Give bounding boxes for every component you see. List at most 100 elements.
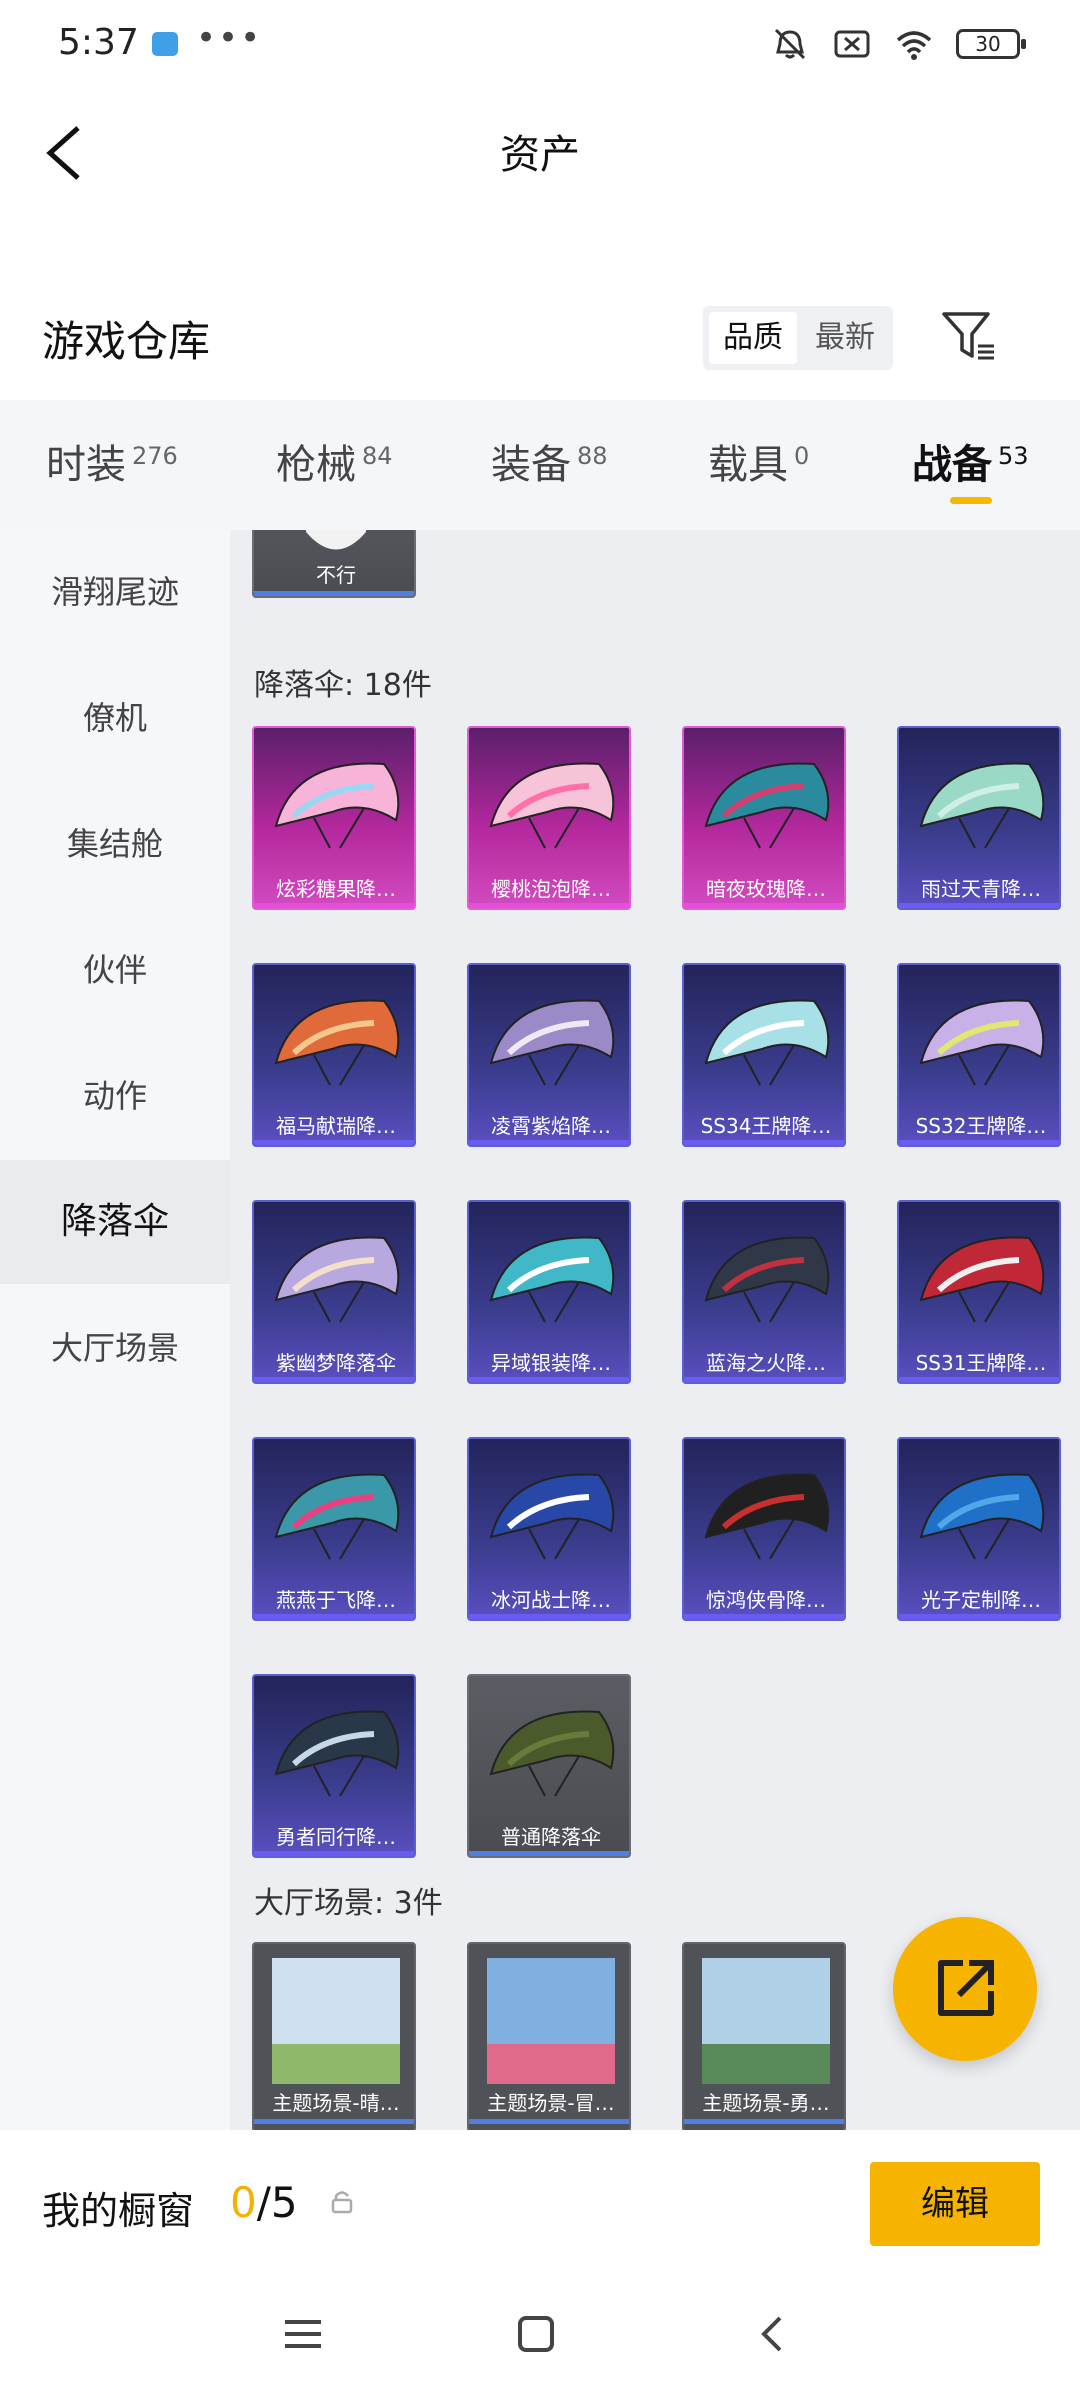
- showcase-bar: 我的橱窗 0/5 编辑: [0, 2130, 1080, 2280]
- item-label: SS32王牌降…: [915, 1114, 1047, 1138]
- quality-bar: [254, 1377, 414, 1382]
- quality-bar: [254, 1140, 414, 1145]
- parachute-item-card[interactable]: SS34王牌降…: [682, 963, 846, 1147]
- sidebar-item-parachute[interactable]: 降落伞: [0, 1160, 230, 1284]
- parachute-item-card[interactable]: 光子定制降…: [897, 1437, 1061, 1621]
- quality-bar: [899, 1377, 1059, 1382]
- parachute-item-card[interactable]: 暗夜玫瑰降…: [682, 726, 846, 910]
- item-label: 勇者同行降…: [276, 1825, 396, 1849]
- item-label: 雨过天青降…: [921, 877, 1041, 901]
- sidebar-item-rally-pod[interactable]: 集结舱: [0, 782, 230, 906]
- quality-bar: [684, 2119, 844, 2124]
- item-label: 主题场景-晴…: [272, 2091, 400, 2115]
- item-grid-panel: 不行 降落伞: 18件 炫彩糖果降… 樱桃泡泡降… 暗夜玫瑰降… 雨过天青降… 福马献瑞…: [230, 530, 1080, 2130]
- item-label: 冰河战士降…: [491, 1588, 611, 1612]
- parachute-item-card[interactable]: 雨过天青降…: [897, 726, 1061, 910]
- warehouse-title: 游戏仓库: [42, 317, 211, 366]
- item-label: 主题场景-冒…: [487, 2091, 615, 2115]
- parachute-item-card[interactable]: 惊鸿侠骨降…: [682, 1437, 846, 1621]
- quality-bar: [899, 1614, 1059, 1619]
- item-label: 樱桃泡泡降…: [491, 877, 611, 901]
- nav-back-icon[interactable]: [752, 2314, 792, 2354]
- parachute-item-card[interactable]: 炫彩糖果降…: [252, 726, 416, 910]
- parachute-item-card[interactable]: 普通降落伞: [467, 1674, 631, 1858]
- no-sim-icon: [834, 30, 870, 58]
- quality-bar: [254, 2119, 414, 2124]
- quality-bar: [469, 2119, 629, 2124]
- item-label: 蓝海之火降…: [706, 1351, 826, 1375]
- tab-count: 276: [132, 442, 178, 470]
- tab-label: 载具: [708, 442, 788, 488]
- tab-battle-prep[interactable]: 战备 53: [912, 432, 1029, 490]
- page-title: 资产: [500, 132, 580, 178]
- filter-icon[interactable]: [940, 308, 996, 364]
- item-label: 光子定制降…: [921, 1588, 1041, 1612]
- parachute-item-card[interactable]: 紫幽梦降落伞: [252, 1200, 416, 1384]
- scene-item-card[interactable]: 主题场景-晴…: [252, 1942, 416, 2130]
- system-nav-bar: [0, 2280, 1080, 2400]
- quality-bar: [899, 1140, 1059, 1145]
- sidebar-item-partner[interactable]: 伙伴: [0, 908, 230, 1032]
- item-label: 异域银装降…: [491, 1351, 611, 1375]
- parachute-item-card[interactable]: 凌霄紫焰降…: [467, 963, 631, 1147]
- parachute-item-card[interactable]: 樱桃泡泡降…: [467, 726, 631, 910]
- edit-button[interactable]: 编辑: [870, 2162, 1040, 2246]
- active-tab-indicator: [950, 497, 992, 504]
- parachute-item-card[interactable]: 燕燕于飞降…: [252, 1437, 416, 1621]
- parachute-item-card[interactable]: 异域银装降…: [467, 1200, 631, 1384]
- scene-item-card[interactable]: 主题场景-冒…: [467, 1942, 631, 2130]
- quality-bar: [684, 1614, 844, 1619]
- parachute-item-card[interactable]: 蓝海之火降…: [682, 1200, 846, 1384]
- sidebar-item-glide-trail[interactable]: 滑翔尾迹: [0, 530, 230, 654]
- item-label: 炫彩糖果降…: [276, 877, 396, 901]
- menu-icon[interactable]: [283, 2314, 323, 2354]
- quality-bar: [469, 1377, 629, 1382]
- quality-bar: [469, 1851, 629, 1856]
- tab-vehicles[interactable]: 载具 0: [708, 432, 809, 490]
- quality-bar: [469, 903, 629, 908]
- quality-bar: [469, 1614, 629, 1619]
- lock-icon: [331, 2191, 353, 2214]
- parachute-item-card[interactable]: 勇者同行降…: [252, 1674, 416, 1858]
- item-label: SS34王牌降…: [700, 1114, 832, 1138]
- tab-count: 88: [577, 442, 608, 470]
- sort-option-quality[interactable]: 品质: [709, 312, 797, 364]
- sidebar-item-wingman[interactable]: 僚机: [0, 656, 230, 780]
- battery-icon: 30: [956, 29, 1026, 59]
- sort-option-newest[interactable]: 最新: [803, 312, 887, 364]
- tab-count: 0: [794, 442, 810, 470]
- more-notifications-icon: •••: [196, 18, 263, 58]
- parachute-item-card[interactable]: SS32王牌降…: [897, 963, 1061, 1147]
- item-label: 不行: [316, 563, 356, 587]
- showcase-current: 0: [230, 2178, 257, 2227]
- quality-bar: [254, 903, 414, 908]
- quality-bar: [684, 1377, 844, 1382]
- sort-toggle: 品质 最新: [703, 306, 893, 370]
- section-title-parachute: 降落伞: 18件: [254, 668, 432, 703]
- tab-label: 战备: [912, 442, 992, 488]
- scene-item-card[interactable]: 主题场景-勇…: [682, 1942, 846, 2130]
- app-notification-icon: [152, 32, 178, 56]
- home-icon[interactable]: [516, 2314, 556, 2354]
- status-time: 5:37: [58, 22, 139, 63]
- item-label: 暗夜玫瑰降…: [706, 877, 826, 901]
- share-export-button[interactable]: [893, 1917, 1037, 2061]
- tab-equipment[interactable]: 装备 88: [491, 432, 608, 490]
- partial-item-card[interactable]: 不行: [252, 530, 416, 598]
- tab-fashion[interactable]: 时装 276: [46, 432, 178, 490]
- tab-weapons[interactable]: 枪械 84: [276, 432, 393, 490]
- tab-count: 84: [362, 442, 393, 470]
- sidebar: 滑翔尾迹 僚机 集结舱 伙伴 动作 降落伞 大厅场景: [0, 530, 230, 2130]
- parachute-item-card[interactable]: 冰河战士降…: [467, 1437, 631, 1621]
- quality-bar: [684, 1140, 844, 1145]
- sidebar-item-emote[interactable]: 动作: [0, 1034, 230, 1158]
- tab-count: 53: [998, 442, 1029, 470]
- sidebar-item-lobby-scene[interactable]: 大厅场景: [0, 1286, 230, 1410]
- quality-bar: [254, 1851, 414, 1856]
- section-title-lobby-scene: 大厅场景: 3件: [254, 1886, 443, 1921]
- parachute-item-card[interactable]: SS31王牌降…: [897, 1200, 1061, 1384]
- quality-bar: [469, 1140, 629, 1145]
- parachute-item-card[interactable]: 福马献瑞降…: [252, 963, 416, 1147]
- quality-bar: [684, 903, 844, 908]
- item-label: 福马献瑞降…: [276, 1114, 396, 1138]
